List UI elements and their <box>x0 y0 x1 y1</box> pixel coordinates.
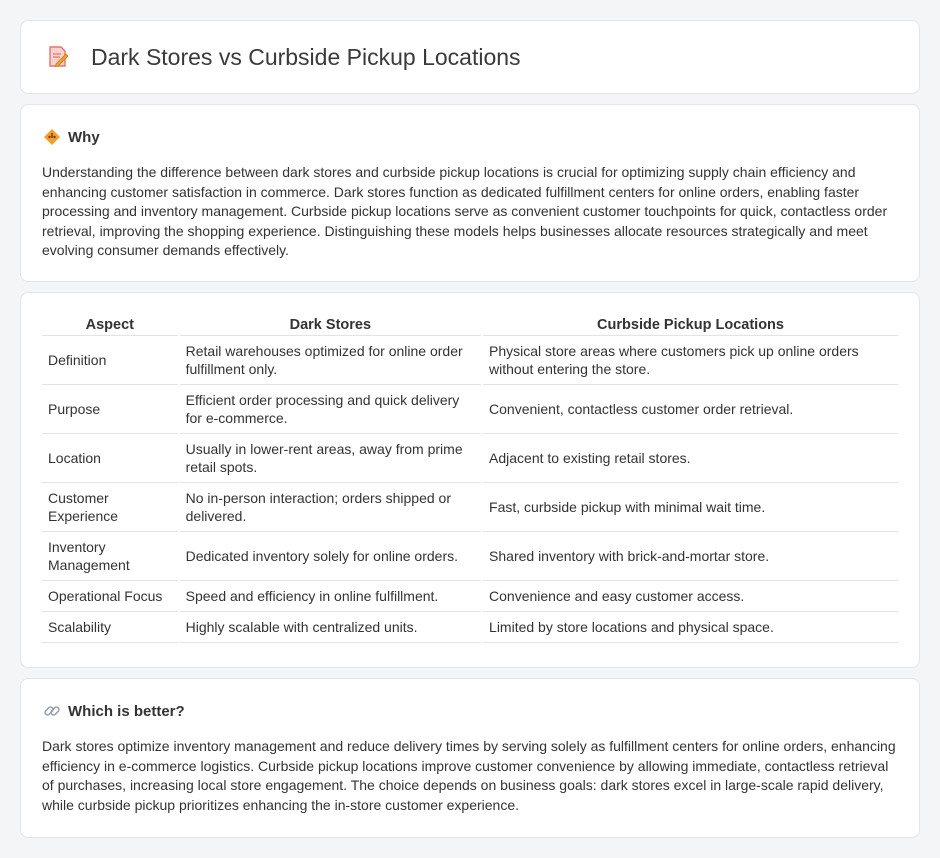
aspect-cell: Purpose <box>42 385 178 434</box>
dark-stores-cell: No in-person interaction; orders shipped… <box>179 483 482 532</box>
table-row: Location Usually in lower-rent areas, aw… <box>42 434 898 483</box>
dark-stores-cell: Retail warehouses optimized for online o… <box>179 336 482 385</box>
table-row: Customer Experience No in-person interac… <box>42 483 898 532</box>
which-is-better-paragraph: Dark stores optimize inventory managemen… <box>42 738 896 813</box>
aspect-cell: Location <box>42 434 178 483</box>
why-section: Why Understanding the difference between… <box>20 104 920 282</box>
aspect-cell: Scalability <box>42 612 178 643</box>
curbside-cell: Limited by store locations and physical … <box>483 612 898 643</box>
aspect-cell: Operational Focus <box>42 581 178 612</box>
curbside-cell: Adjacent to existing retail stores. <box>483 434 898 483</box>
table-row: Inventory Management Dedicated inventory… <box>42 532 898 581</box>
why-heading: Why <box>68 128 100 146</box>
table-row: Purpose Efficient order processing and q… <box>42 385 898 434</box>
comparison-table: Aspect Dark Stores Curbside Pickup Locat… <box>40 313 900 643</box>
curbside-cell: Shared inventory with brick-and-mortar s… <box>483 532 898 581</box>
why-paragraph: Understanding the difference between dar… <box>42 164 888 259</box>
dark-stores-cell: Usually in lower-rent areas, away from p… <box>179 434 482 483</box>
curbside-cell: Convenient, contactless customer order r… <box>483 385 898 434</box>
diamond-warning-icon <box>43 128 61 146</box>
table-row: Scalability Highly scalable with central… <box>42 612 898 643</box>
page-title: Dark Stores vs Curbside Pickup Locations <box>91 43 521 70</box>
column-header-curbside: Curbside Pickup Locations <box>483 313 898 336</box>
table-row: Operational Focus Speed and efficiency i… <box>42 581 898 612</box>
aspect-cell: Definition <box>42 336 178 385</box>
document-pencil-icon <box>47 45 69 69</box>
aspect-cell: Inventory Management <box>42 532 178 581</box>
column-header-aspect: Aspect <box>42 313 178 336</box>
aspect-cell: Customer Experience <box>42 483 178 532</box>
curbside-cell: Fast, curbside pickup with minimal wait … <box>483 483 898 532</box>
dark-stores-cell: Highly scalable with centralized units. <box>179 612 482 643</box>
which-is-better-heading: Which is better? <box>68 702 185 720</box>
comparison-section: Aspect Dark Stores Curbside Pickup Locat… <box>20 292 920 668</box>
link-icon <box>43 702 61 720</box>
column-header-dark-stores: Dark Stores <box>179 313 482 336</box>
which-is-better-section: Which is better? Dark stores optimize in… <box>20 678 920 838</box>
table-row: Definition Retail warehouses optimized f… <box>42 336 898 385</box>
title-card: Dark Stores vs Curbside Pickup Locations <box>20 20 920 94</box>
dark-stores-cell: Efficient order processing and quick del… <box>179 385 482 434</box>
table-header-row: Aspect Dark Stores Curbside Pickup Locat… <box>42 313 898 336</box>
dark-stores-cell: Dedicated inventory solely for online or… <box>179 532 482 581</box>
curbside-cell: Physical store areas where customers pic… <box>483 336 898 385</box>
curbside-cell: Convenience and easy customer access. <box>483 581 898 612</box>
dark-stores-cell: Speed and efficiency in online fulfillme… <box>179 581 482 612</box>
